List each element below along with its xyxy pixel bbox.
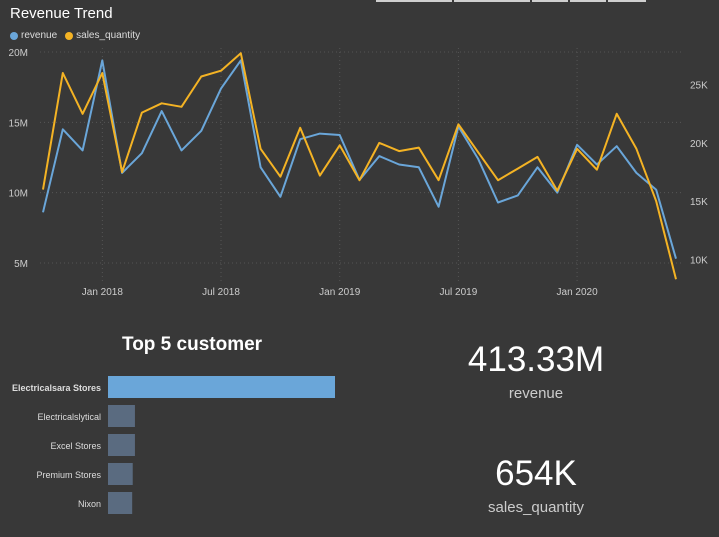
x-tick-label: Jan 2019	[319, 287, 361, 298]
bar-category-label: Electricalslytical	[37, 412, 101, 422]
chart-title: Revenue Trend	[10, 5, 113, 22]
customer-bar[interactable]	[108, 463, 133, 485]
legend-dot-icon	[65, 31, 74, 40]
bar-category-label: Electricalsara Stores	[12, 383, 101, 393]
x-tick-label: Jan 2020	[557, 287, 599, 298]
y-left-tick-label: 10M	[9, 189, 28, 200]
y-right-tick-label: 20K	[690, 139, 708, 150]
series-line-sales-quantity[interactable]	[42, 52, 677, 280]
kpi-label: sales_quantity	[488, 499, 584, 516]
page-tab[interactable]	[532, 0, 568, 2]
y-left-tick-label: 15M	[9, 118, 28, 129]
customer-bar[interactable]	[108, 376, 335, 398]
revenue-kpi-card: 413.33M revenue	[436, 342, 636, 402]
page-tab[interactable]	[570, 0, 606, 2]
series-line-revenue[interactable]	[42, 59, 677, 259]
x-tick-label: Jul 2019	[440, 287, 478, 298]
y-left-tick-label: 20M	[9, 48, 28, 59]
y-right-tick-label: 25K	[690, 81, 708, 92]
revenue-trend-chart[interactable]: 5M 10M 15M 20M 10K 15K 20K 25K Jan 2018 Jul 2018 J…	[0, 40, 719, 302]
report-page-tabs	[376, 0, 648, 2]
bar-category-label: Excel Stores	[50, 441, 101, 451]
customer-bar[interactable]	[108, 434, 135, 456]
kpi-value: 413.33M	[467, 340, 605, 379]
x-tick-label: Jan 2018	[82, 287, 124, 298]
legend-dot-icon	[10, 31, 18, 40]
page-tab[interactable]	[454, 0, 530, 2]
sales-quantity-kpi-card: 654K sales_quantity	[436, 456, 636, 516]
page-tab[interactable]	[608, 0, 646, 2]
customer-bar[interactable]	[108, 492, 133, 514]
top-customers-title: Top 5 customer	[122, 334, 263, 355]
y-right-tick-label: 10K	[690, 256, 708, 267]
bar-category-label: Premium Stores	[36, 470, 101, 480]
kpi-value: 654K	[495, 454, 577, 493]
y-left-tick-label: 5M	[14, 259, 28, 270]
bar-category-label: Nixon	[78, 499, 101, 509]
x-tick-label: Jul 2018	[202, 287, 240, 298]
customer-bar[interactable]	[108, 405, 135, 427]
top-customers-bar-chart[interactable]: Electricalsara Stores Electricalslytical E…	[0, 370, 360, 520]
kpi-label: revenue	[508, 385, 564, 402]
y-right-tick-label: 15K	[690, 197, 708, 208]
page-tab[interactable]	[376, 0, 452, 2]
